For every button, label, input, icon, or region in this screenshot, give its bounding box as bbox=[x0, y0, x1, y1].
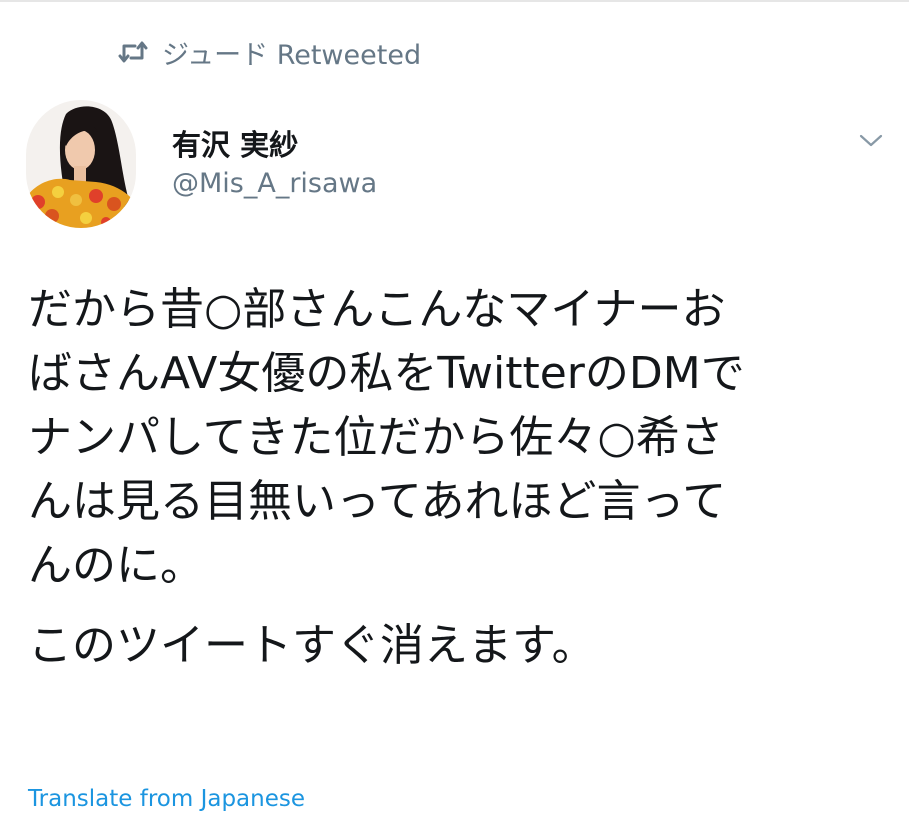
author-handle[interactable]: @Mis_A_risawa bbox=[172, 168, 377, 199]
avatar[interactable] bbox=[26, 100, 136, 228]
tweet-line: このツイートすぐ消えます。 bbox=[28, 620, 596, 671]
tweet-line: ばさんAV女優の私をTwitterのDMで bbox=[28, 348, 745, 399]
retweet-context: ジュード Retweeted bbox=[118, 32, 421, 72]
retweet-context-text: ジュード Retweeted bbox=[162, 39, 422, 71]
chevron-down-icon[interactable] bbox=[856, 128, 886, 154]
tweet-line: だから昔○部さんこんなマイナーお bbox=[28, 284, 726, 335]
retweet-icon bbox=[118, 40, 148, 64]
translate-link[interactable]: Translate from Japanese bbox=[28, 786, 305, 812]
tweet-line: んは見る目無いってあれほど言って bbox=[28, 476, 727, 527]
author-name[interactable]: 有沢 実紗 bbox=[172, 122, 298, 164]
top-divider bbox=[0, 0, 909, 2]
tweet-line: んのに。 bbox=[28, 540, 204, 591]
tweet-text: だから昔○部さんこんなマイナーお ばさんAV女優の私をTwitterのDMで ナ… bbox=[28, 278, 888, 678]
tweet-line: ナンパしてきた位だから佐々○希さ bbox=[28, 412, 724, 463]
